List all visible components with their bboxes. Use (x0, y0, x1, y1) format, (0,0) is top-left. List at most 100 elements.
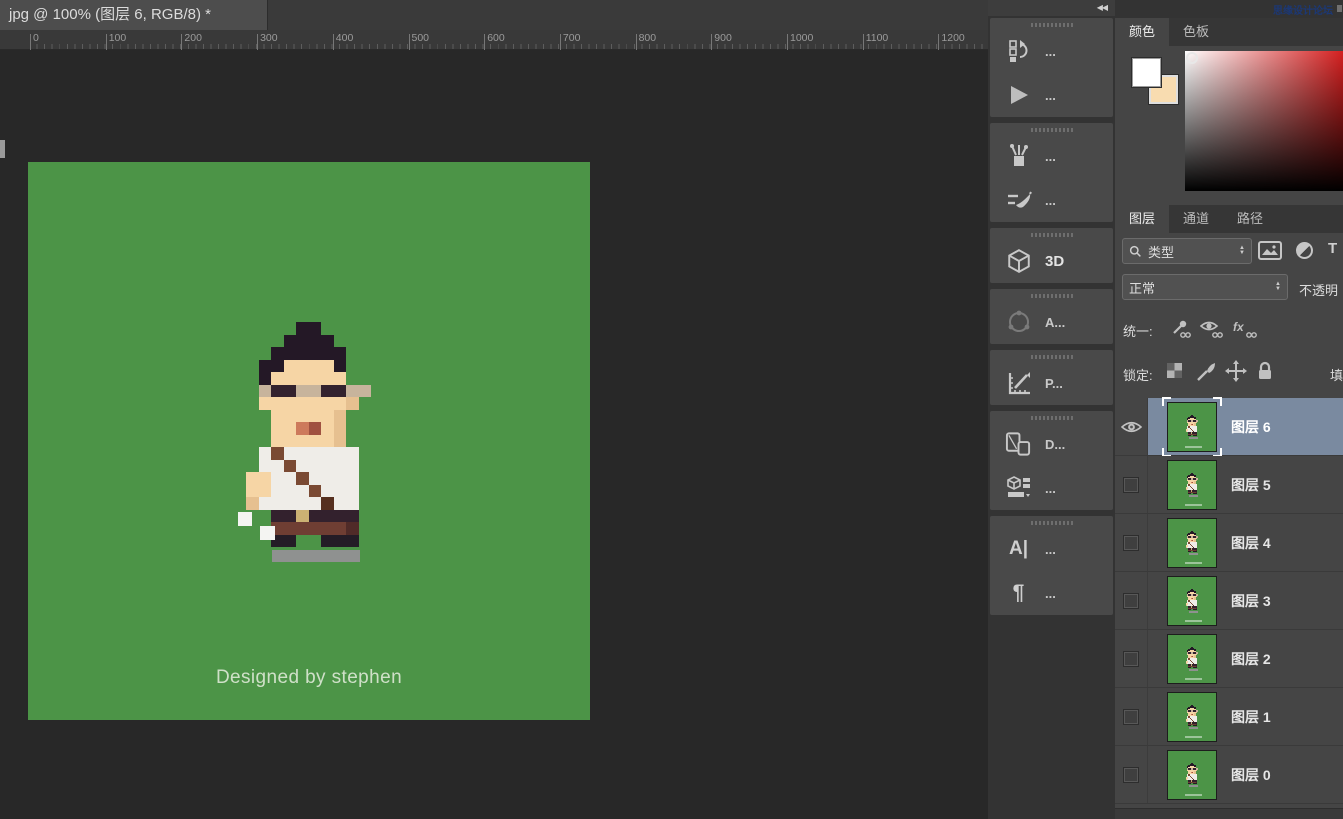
dock-item-label: ... (1045, 481, 1056, 496)
dock-item-character-panel[interactable]: A|... (990, 527, 1113, 571)
layer-row-body[interactable]: 图层 3 (1148, 572, 1343, 629)
color-picker-marker[interactable] (1186, 52, 1198, 64)
tab-color[interactable]: 颜色 (1115, 18, 1169, 46)
watermark-fragment (1337, 5, 1342, 12)
pixel-layer-filter-icon[interactable] (1258, 241, 1282, 260)
visibility-checkbox[interactable] (1123, 767, 1139, 783)
layer-row[interactable]: 图层 2 (1115, 630, 1343, 688)
document-tab[interactable]: jpg @ 100% (图层 6, RGB/8) * (0, 0, 268, 30)
unify-position-pin-icon[interactable] (1170, 319, 1192, 339)
layer-visibility-cell[interactable] (1115, 456, 1148, 513)
unify-row: 统一: fx (1115, 313, 1343, 349)
dock-item-history[interactable]: ... (990, 29, 1113, 73)
dock-group-gripper[interactable] (1031, 355, 1073, 359)
layer-visibility-cell[interactable] (1115, 630, 1148, 687)
layer-name: 图层 0 (1231, 765, 1271, 785)
dock-item-paragraph-panel[interactable]: ¶... (990, 571, 1113, 615)
visibility-checkbox[interactable] (1123, 593, 1139, 609)
layer-row-body[interactable]: 图层 5 (1148, 456, 1343, 513)
tab-swatches[interactable]: 色板 (1169, 18, 1223, 46)
layer-filter-dropdown[interactable]: 类型 ▲▼ (1122, 238, 1252, 264)
layer-row[interactable]: 图层 0 (1115, 746, 1343, 804)
dock-item-label: D... (1045, 437, 1065, 452)
layer-row-body[interactable]: 图层 1 (1148, 688, 1343, 745)
unify-effects-fx-icon[interactable]: fx (1232, 319, 1258, 339)
layers-panel: 图层 通道 路径 类型 ▲▼ (1115, 205, 1343, 819)
thumbnail-character (1186, 531, 1198, 552)
layer-row[interactable]: 图层 4 (1115, 514, 1343, 572)
dock-item-brush-presets[interactable]: ... (990, 178, 1113, 222)
foreground-color-swatch[interactable] (1132, 58, 1161, 87)
ruler-tick-label: 700 (563, 32, 581, 44)
dock-item-3d-cube[interactable]: 3D (990, 239, 1113, 283)
layer-visibility-cell[interactable] (1115, 688, 1148, 745)
lock-all-padlock-icon[interactable] (1255, 360, 1275, 382)
tab-channels[interactable]: 通道 (1169, 205, 1223, 233)
dock-group-gripper[interactable] (1031, 23, 1073, 27)
layer-row-body[interactable]: 图层 4 (1148, 514, 1343, 571)
dock-item-tool-presets[interactable]: ... (990, 134, 1113, 178)
lock-position-move-icon[interactable] (1225, 360, 1247, 382)
chevron-updown-icon: ▲▼ (1275, 282, 1281, 292)
dock-item-material[interactable]: ... (990, 466, 1113, 510)
document-canvas[interactable]: Designed by stephen (28, 162, 590, 720)
dock-item-sphere[interactable]: A... (990, 300, 1113, 344)
dock-item-properties[interactable]: P... (990, 361, 1113, 405)
dock-item-label: ... (1045, 44, 1056, 59)
layer-thumbnail[interactable] (1167, 518, 1217, 568)
dock-group: D...... (990, 411, 1113, 510)
lock-label: 锁定: (1123, 365, 1153, 384)
layer-thumbnail[interactable] (1167, 402, 1217, 452)
ruler-tick-label: 600 (487, 32, 505, 44)
ruler-tick-label: 1100 (866, 32, 889, 44)
unify-visibility-eye-icon[interactable] (1200, 319, 1224, 339)
dock-group-gripper[interactable] (1031, 294, 1073, 298)
horizontal-ruler: 0100200300400500600700800900100011001200 (0, 30, 988, 50)
sphere-icon (1005, 309, 1032, 336)
color-gradient-field[interactable] (1185, 51, 1343, 191)
layer-visibility-cell[interactable] (1115, 398, 1148, 455)
lock-pixels-brush-icon[interactable] (1195, 361, 1217, 383)
dock-item-actions-play[interactable]: ... (990, 73, 1113, 117)
layer-visibility-cell[interactable] (1115, 746, 1148, 803)
dock-collapse-button[interactable]: ◀◀ (988, 0, 1115, 16)
ruler-tick-label: 1000 (790, 32, 813, 44)
type-layer-filter-icon[interactable]: T (1328, 240, 1337, 257)
dock-group-gripper[interactable] (1031, 416, 1073, 420)
layer-row-body[interactable]: 图层 6 (1148, 398, 1343, 455)
layer-row[interactable]: 图层 3 (1115, 572, 1343, 630)
layer-row[interactable]: 图层 5 (1115, 456, 1343, 514)
layer-row-body[interactable]: 图层 2 (1148, 630, 1343, 687)
3d-cube-icon (1005, 248, 1032, 275)
visibility-checkbox[interactable] (1123, 709, 1139, 725)
ruler-tick (863, 34, 864, 50)
dock-item-device-preview[interactable]: D... (990, 422, 1113, 466)
layer-thumbnail[interactable] (1167, 692, 1217, 742)
visibility-checkbox[interactable] (1123, 535, 1139, 551)
tab-layers[interactable]: 图层 (1115, 205, 1169, 233)
visibility-checkbox[interactable] (1123, 651, 1139, 667)
blend-mode-dropdown[interactable]: 正常 ▲▼ (1122, 274, 1288, 300)
layer-thumbnail-image (1167, 634, 1217, 684)
dock-group-gripper[interactable] (1031, 521, 1073, 525)
lock-transparency-icon[interactable] (1167, 363, 1182, 378)
panel-top-strip: 思缘设计论坛 (1115, 0, 1343, 18)
layer-row-body[interactable]: 图层 0 (1148, 746, 1343, 803)
layer-visibility-cell[interactable] (1115, 572, 1148, 629)
character-panel-icon: A| (1005, 536, 1032, 563)
dock-group-gripper[interactable] (1031, 128, 1073, 132)
dock-item-label: ... (1045, 193, 1056, 208)
layer-row[interactable]: 图层 1 (1115, 688, 1343, 746)
lock-row: 锁定: 填 (1115, 355, 1343, 395)
tab-paths[interactable]: 路径 (1223, 205, 1277, 233)
layer-thumbnail[interactable] (1167, 460, 1217, 510)
layer-visibility-cell[interactable] (1115, 514, 1148, 571)
adjustment-layer-filter-icon[interactable] (1296, 242, 1313, 259)
dock-group-gripper[interactable] (1031, 233, 1073, 237)
layer-thumbnail[interactable] (1167, 576, 1217, 626)
visibility-checkbox[interactable] (1123, 477, 1139, 493)
layer-thumbnail[interactable] (1167, 750, 1217, 800)
layer-row[interactable]: 图层 6 (1115, 398, 1343, 456)
layer-thumbnail[interactable] (1167, 634, 1217, 684)
thumbnail-character (1186, 705, 1198, 726)
